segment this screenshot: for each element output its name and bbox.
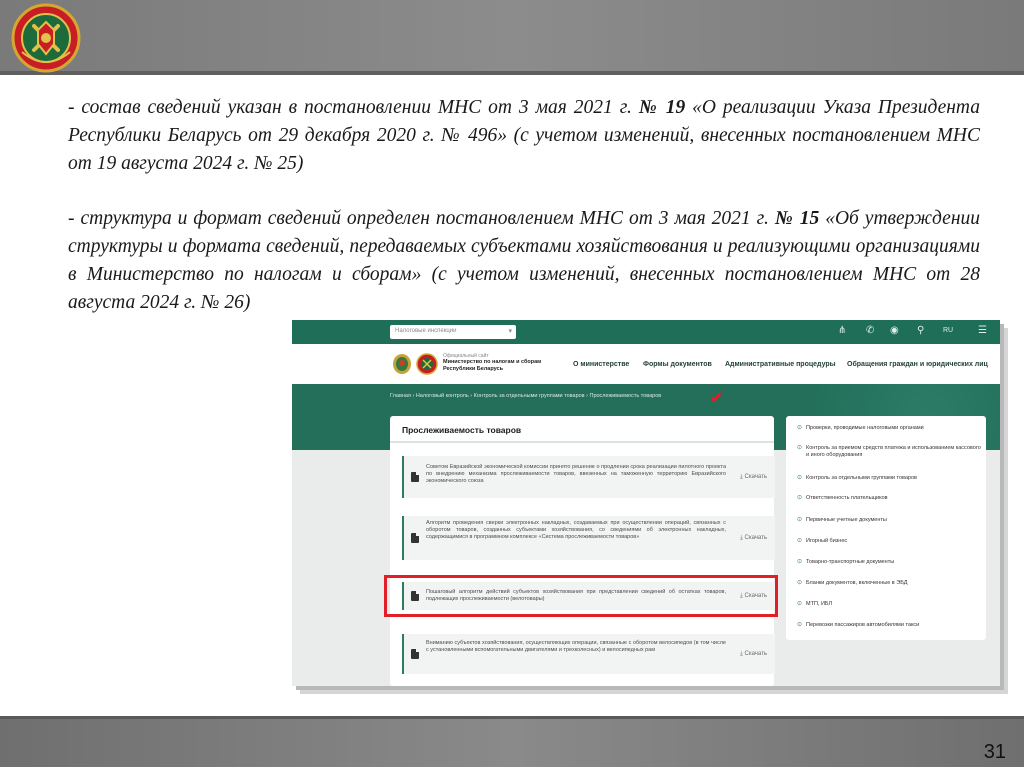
document-title: Вниманию субъектов хозяйствования, осуще… <box>426 640 726 653</box>
sidebar-item-transport-docs[interactable]: Товарно-транспортные документы <box>797 559 982 566</box>
document-icon <box>411 533 419 543</box>
coat-of-arms-icon <box>393 354 411 374</box>
document-title: Советом Евразийской экономической комисс… <box>426 464 726 484</box>
highlight-frame <box>384 575 778 617</box>
paragraph-structure: - структура и формат сведений определен … <box>68 208 980 313</box>
eye-icon[interactable]: ◉ <box>890 325 899 336</box>
document-card[interactable]: Алгоритм проведения сверки электронных н… <box>402 516 775 560</box>
document-card[interactable]: Вниманию субъектов хозяйствования, осуще… <box>402 634 775 674</box>
nav-procedures[interactable]: Административные процедуры <box>725 361 836 368</box>
title-divider <box>390 441 774 443</box>
sidebar-item-inspections[interactable]: Проверки, проводимые налоговыми органами <box>797 425 982 432</box>
document-icon <box>411 649 419 659</box>
search-select[interactable]: Налоговые инспекции <box>390 325 516 339</box>
nav-appeals[interactable]: Обращения граждан и юридических лиц <box>847 361 988 368</box>
sidebar-item-primary-docs[interactable]: Первичные учетные документы <box>797 517 982 524</box>
sidebar-item-taxi[interactable]: Перевозки пассажиров автомобилями такси <box>797 622 982 629</box>
breadcrumb[interactable]: Главная › Налоговый контроль › Контроль … <box>390 393 661 399</box>
document-icon <box>411 472 419 482</box>
slide-number: 31 <box>983 741 1006 763</box>
download-link[interactable]: ⤓ Скачать <box>740 651 767 658</box>
slide-footer-band <box>0 716 1024 767</box>
phone-icon[interactable]: ✆ <box>866 325 874 336</box>
download-link[interactable]: ⤓ Скачать <box>740 474 767 481</box>
sidebar-item-gambling[interactable]: Игорный бизнес <box>797 538 982 545</box>
document-card[interactable]: Советом Евразийской экономической комисс… <box>402 456 775 498</box>
website-header: Официальный сайт Министерство по налогам… <box>292 344 1000 384</box>
nav-forms[interactable]: Формы документов <box>643 361 712 368</box>
sidebar-item-goods-control[interactable]: Контроль за отдельными группами товаров <box>797 475 982 482</box>
website-screenshot: Налоговые инспекции ⋔ ✆ ◉ ⚲ RU ☰ Официал… <box>292 320 1000 686</box>
language-select[interactable]: RU <box>943 327 953 334</box>
menu-icon[interactable]: ☰ <box>978 325 987 336</box>
red-checkmark: ✔ <box>710 390 724 407</box>
nav-about[interactable]: О министерстве <box>573 361 629 368</box>
sidebar-item-cash-control[interactable]: Контроль за приемом средств платежа и ис… <box>797 445 982 459</box>
sidebar-item-liability[interactable]: Ответственность плательщиков <box>797 495 982 502</box>
sidebar-item-blank-forms[interactable]: Бланки документов, включенные в ЭБД <box>797 580 982 587</box>
paragraph-composition: - состав сведений указан в постановлении… <box>68 97 981 174</box>
ministry-seal-icon <box>416 353 438 375</box>
section-title: Прослеживаемость товаров <box>402 425 522 435</box>
document-title: Алгоритм проведения сверки электронных н… <box>426 520 726 540</box>
ministry-name[interactable]: Министерство по налогам и сборам Республ… <box>443 359 553 373</box>
slide-header-band <box>0 0 1024 75</box>
sidebar-item-mtp[interactable]: МТП, ИБЛ <box>797 601 982 608</box>
sitemap-icon[interactable]: ⋔ <box>838 325 846 336</box>
download-link[interactable]: ⤓ Скачать <box>740 535 767 542</box>
search-icon[interactable]: ⚲ <box>917 325 924 336</box>
tax-service-emblem <box>11 3 81 73</box>
